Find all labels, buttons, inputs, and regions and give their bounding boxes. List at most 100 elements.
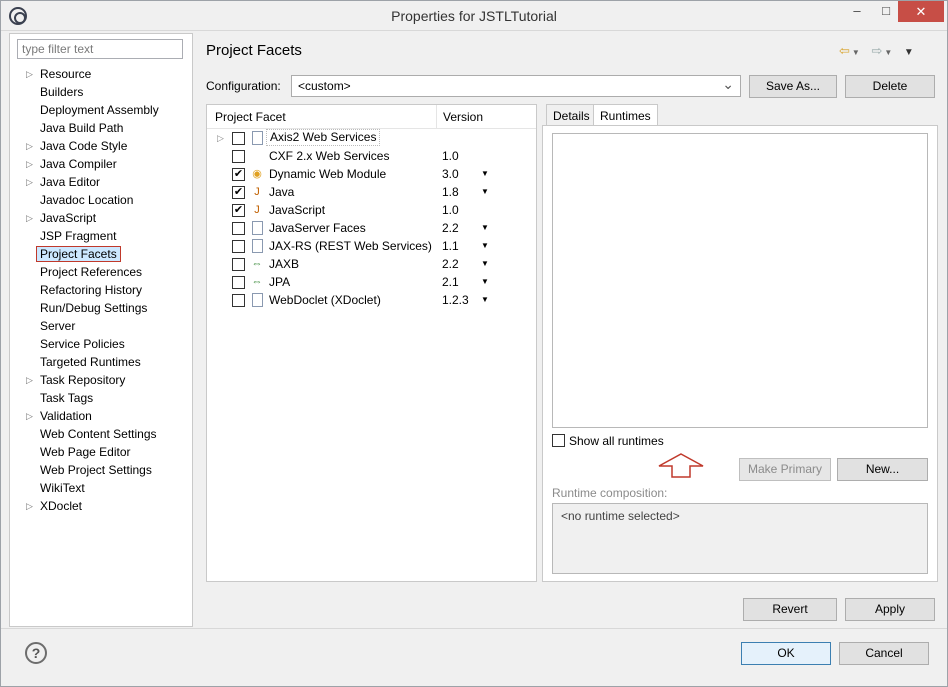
version-dropdown-icon[interactable]: ▼: [481, 165, 489, 183]
facet-checkbox[interactable]: [232, 222, 245, 235]
sidebar-item-label: Java Editor: [40, 175, 101, 189]
sidebar-item[interactable]: Java Build Path: [10, 119, 192, 137]
table-row[interactable]: WebDoclet (XDoclet) 1.2.3 ▼: [207, 291, 536, 309]
back-menu-icon[interactable]: ▼: [852, 48, 860, 57]
back-arrow-icon[interactable]: ⇦: [839, 43, 850, 59]
view-menu-icon[interactable]: ▼: [904, 47, 914, 58]
sidebar-item[interactable]: Deployment Assembly: [10, 101, 192, 119]
new-runtime-button[interactable]: New...: [837, 458, 928, 481]
swap-icon: ⇔: [251, 276, 263, 288]
sidebar-item-label: Web Page Editor: [40, 445, 131, 459]
footer-divider: [1, 628, 947, 629]
delete-button[interactable]: Delete: [845, 75, 935, 98]
minimize-button[interactable]: –: [844, 3, 870, 24]
forward-arrow-icon[interactable]: ⇨: [871, 43, 882, 59]
sidebar-item[interactable]: Project References: [10, 263, 192, 281]
table-row[interactable]: JAX-RS (REST Web Services) 1.1 ▼: [207, 237, 536, 255]
facet-name: JavaScript: [269, 203, 326, 217]
expand-arrow-icon[interactable]: ▷: [26, 155, 36, 173]
sidebar-item[interactable]: ▷ Resource: [10, 65, 192, 83]
facet-checkbox[interactable]: ✔: [232, 186, 245, 199]
sidebar-item[interactable]: ▷ Java Compiler: [10, 155, 192, 173]
facet-checkbox[interactable]: ✔: [232, 204, 245, 217]
forward-menu-icon[interactable]: ▼: [884, 48, 892, 57]
runtimes-list[interactable]: [552, 133, 928, 428]
facet-checkbox[interactable]: [232, 240, 245, 253]
close-button[interactable]: ✕: [898, 1, 944, 22]
expand-arrow-icon[interactable]: ▷: [26, 407, 36, 425]
version-dropdown-icon[interactable]: ▼: [481, 237, 489, 255]
sidebar-item[interactable]: Web Content Settings: [10, 425, 192, 443]
revert-button[interactable]: Revert: [743, 598, 837, 621]
sidebar-item-label: WikiText: [40, 481, 85, 495]
facet-checkbox[interactable]: [232, 294, 245, 307]
expand-arrow-icon[interactable]: ▷: [26, 497, 36, 515]
sidebar-item[interactable]: ▷ Validation: [10, 407, 192, 425]
show-all-runtimes-checkbox[interactable]: Show all runtimes: [552, 434, 664, 448]
version-dropdown-icon[interactable]: ▼: [481, 291, 489, 309]
sidebar-item[interactable]: Service Policies: [10, 335, 192, 353]
show-all-runtimes-label: Show all runtimes: [569, 434, 664, 448]
expand-arrow-icon[interactable]: ▷: [26, 173, 36, 191]
sidebar-item[interactable]: Project Facets: [10, 245, 192, 263]
sidebar-item[interactable]: JSP Fragment: [10, 227, 192, 245]
facet-checkbox[interactable]: [232, 258, 245, 271]
save-as-button[interactable]: Save As...: [749, 75, 837, 98]
tab-details[interactable]: Details: [546, 104, 597, 126]
sidebar-item[interactable]: Web Project Settings: [10, 461, 192, 479]
sidebar-item[interactable]: Web Page Editor: [10, 443, 192, 461]
version-dropdown-icon[interactable]: ▼: [481, 273, 489, 291]
expand-arrow-icon[interactable]: ▷: [26, 209, 36, 227]
sidebar-item[interactable]: Builders: [10, 83, 192, 101]
help-icon[interactable]: ?: [25, 642, 47, 664]
sidebar-item[interactable]: Run/Debug Settings: [10, 299, 192, 317]
sidebar-item-label: XDoclet: [40, 499, 83, 513]
expand-arrow-icon[interactable]: ▷: [26, 65, 36, 83]
sidebar-item[interactable]: ▷ Java Code Style: [10, 137, 192, 155]
title-bar: Properties for JSTLTutorial – □ ✕: [1, 1, 947, 31]
table-row[interactable]: ✔ ◉ Dynamic Web Module 3.0 ▼: [207, 165, 536, 183]
filter-input[interactable]: [17, 39, 183, 59]
cancel-button[interactable]: Cancel: [839, 642, 929, 665]
sidebar-item[interactable]: ▷ XDoclet: [10, 497, 192, 515]
annotation-arrow-icon: [658, 453, 704, 478]
table-row[interactable]: ⇔ JPA 2.1 ▼: [207, 273, 536, 291]
sidebar-item[interactable]: ▷ Task Repository: [10, 371, 192, 389]
sidebar-item[interactable]: WikiText: [10, 479, 192, 497]
table-row[interactable]: CXF 2.x Web Services 1.0: [207, 147, 536, 165]
facet-checkbox[interactable]: [232, 276, 245, 289]
sidebar-item[interactable]: Javadoc Location: [10, 191, 192, 209]
configuration-select[interactable]: <custom>: [291, 75, 741, 97]
version-dropdown-icon[interactable]: ▼: [481, 219, 489, 237]
expand-arrow-icon[interactable]: ▷: [217, 129, 224, 147]
sidebar-item-label: JavaScript: [40, 211, 97, 225]
show-all-checkbox-box[interactable]: [552, 434, 565, 447]
sidebar-item[interactable]: ▷ Java Editor: [10, 173, 192, 191]
runtime-composition-label: Runtime composition:: [552, 486, 668, 500]
ok-button[interactable]: OK: [741, 642, 831, 665]
table-row[interactable]: ✔ J Java 1.8 ▼: [207, 183, 536, 201]
tab-runtimes[interactable]: Runtimes: [593, 104, 658, 126]
expand-arrow-icon[interactable]: ▷: [26, 137, 36, 155]
column-header-facet[interactable]: Project Facet: [215, 110, 286, 124]
table-row[interactable]: JavaServer Faces 2.2 ▼: [207, 219, 536, 237]
facet-checkbox[interactable]: [232, 132, 245, 145]
sidebar-item[interactable]: ▷ JavaScript: [10, 209, 192, 227]
property-tree: ▷ Resource Builders Deployment Assembly Java…: [10, 65, 192, 515]
table-row[interactable]: ✔ J JavaScript 1.0: [207, 201, 536, 219]
apply-button[interactable]: Apply: [845, 598, 935, 621]
sidebar-item[interactable]: Task Tags: [10, 389, 192, 407]
version-dropdown-icon[interactable]: ▼: [481, 183, 489, 201]
facet-checkbox[interactable]: [232, 150, 245, 163]
sidebar-item[interactable]: Server: [10, 317, 192, 335]
version-dropdown-icon[interactable]: ▼: [481, 255, 489, 273]
column-header-version[interactable]: Version: [443, 110, 483, 124]
sidebar-item[interactable]: Refactoring History: [10, 281, 192, 299]
make-primary-button[interactable]: Make Primary: [739, 458, 831, 481]
sidebar-item[interactable]: Targeted Runtimes: [10, 353, 192, 371]
table-row[interactable]: ⇔ JAXB 2.2 ▼: [207, 255, 536, 273]
expand-arrow-icon[interactable]: ▷: [26, 371, 36, 389]
facet-checkbox[interactable]: ✔: [232, 168, 245, 181]
table-row[interactable]: ▷ Axis2 Web Services: [207, 129, 536, 147]
maximize-button[interactable]: □: [873, 3, 899, 24]
